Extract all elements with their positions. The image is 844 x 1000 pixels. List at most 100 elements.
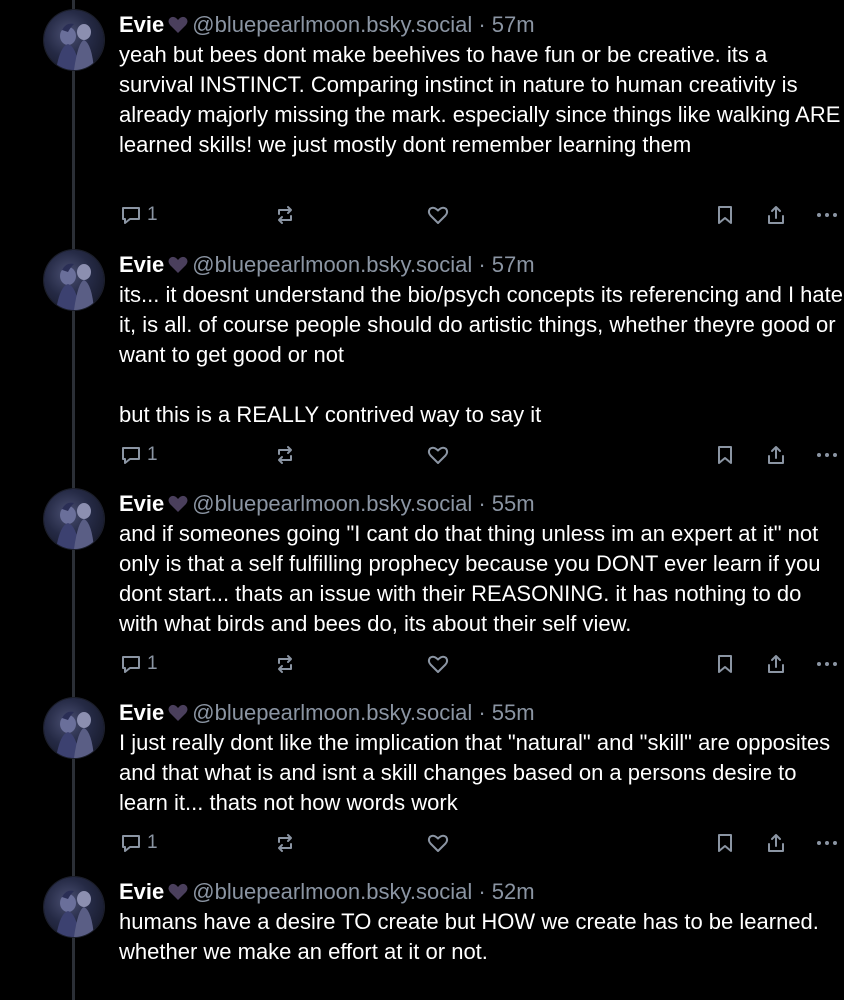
- ellipsis-icon: [817, 662, 837, 666]
- post-header: Evie @bluepearlmoon.bsky.social · 55m: [119, 489, 535, 519]
- reply-button[interactable]: 1: [119, 649, 158, 679]
- share-upload-icon: [768, 446, 784, 464]
- more-options-button[interactable]: [814, 649, 840, 679]
- reply-count: 1: [147, 832, 158, 853]
- avatar[interactable]: [44, 250, 104, 310]
- repost-arrows-icon: [278, 446, 292, 464]
- like-button[interactable]: [426, 828, 450, 858]
- avatar-image: [56, 890, 94, 937]
- purple-heart-icon: [168, 12, 188, 42]
- heart-outline-icon: [427, 206, 449, 224]
- purple-heart-icon: [168, 491, 188, 521]
- repost-arrows-icon: [278, 655, 292, 673]
- speech-bubble-icon: [122, 207, 140, 224]
- avatar-image: [56, 23, 94, 70]
- post-header: Evie @bluepearlmoon.bsky.social · 57m: [119, 250, 535, 280]
- post-text: humans have a desire TO create but HOW w…: [119, 909, 826, 964]
- speech-bubble-icon: [122, 656, 140, 673]
- separator-dot: ·: [472, 879, 492, 904]
- post-time[interactable]: 57m: [492, 12, 535, 37]
- author-name[interactable]: Evie: [119, 700, 164, 725]
- heart-outline-icon: [427, 655, 449, 673]
- reply-count: 1: [147, 444, 158, 465]
- ellipsis-icon: [817, 841, 837, 845]
- reply-button[interactable]: 1: [119, 200, 158, 230]
- avatar-image: [56, 502, 94, 549]
- like-button[interactable]: [426, 440, 450, 470]
- share-button[interactable]: [764, 200, 788, 230]
- bookmark-icon: [718, 834, 732, 852]
- separator-dot: ·: [472, 252, 492, 277]
- repost-button[interactable]: [273, 649, 297, 679]
- speech-bubble-icon: [122, 447, 140, 464]
- ellipsis-icon: [817, 453, 837, 457]
- heart-outline-icon: [427, 446, 449, 464]
- avatar[interactable]: [44, 489, 104, 549]
- avatar-image: [56, 263, 94, 310]
- author-handle[interactable]: @bluepearlmoon.bsky.social: [192, 252, 472, 277]
- purple-heart-icon: [168, 252, 188, 282]
- post-actions: 1: [0, 828, 844, 858]
- post-time[interactable]: 57m: [492, 252, 535, 277]
- reply-button[interactable]: 1: [119, 440, 158, 470]
- like-button[interactable]: [426, 200, 450, 230]
- author-handle[interactable]: @bluepearlmoon.bsky.social: [192, 491, 472, 516]
- bookmark-button[interactable]: [713, 649, 737, 679]
- purple-heart-icon: [168, 700, 188, 730]
- reply-button[interactable]: 1: [119, 828, 158, 858]
- post-actions: 1: [0, 440, 844, 470]
- share-upload-icon: [768, 206, 784, 224]
- more-options-button[interactable]: [814, 440, 840, 470]
- post-time[interactable]: 55m: [492, 700, 535, 725]
- post-text: and if someones going "I cant do that th…: [119, 521, 827, 636]
- separator-dot: ·: [472, 491, 492, 516]
- heart-outline-icon: [427, 834, 449, 852]
- separator-dot: ·: [472, 700, 492, 725]
- bookmark-button[interactable]: [713, 828, 737, 858]
- avatar[interactable]: [44, 877, 104, 937]
- repost-arrows-icon: [278, 206, 292, 224]
- post-time[interactable]: 55m: [492, 491, 535, 516]
- separator-dot: ·: [472, 12, 492, 37]
- reply-count: 1: [147, 653, 158, 674]
- speech-bubble-icon: [122, 835, 140, 852]
- post-actions: 1: [0, 649, 844, 679]
- post-text: yeah but bees dont make beehives to have…: [119, 42, 841, 157]
- avatar[interactable]: [44, 10, 104, 70]
- repost-button[interactable]: [273, 440, 297, 470]
- bookmark-icon: [718, 446, 732, 464]
- post-header: Evie @bluepearlmoon.bsky.social · 55m: [119, 698, 535, 728]
- share-upload-icon: [768, 655, 784, 673]
- post-time[interactable]: 52m: [492, 879, 535, 904]
- ellipsis-icon: [817, 213, 837, 217]
- repost-button[interactable]: [273, 828, 297, 858]
- author-name[interactable]: Evie: [119, 252, 164, 277]
- post-header: Evie @bluepearlmoon.bsky.social · 57m: [119, 10, 535, 40]
- avatar[interactable]: [44, 698, 104, 758]
- bookmark-button[interactable]: [713, 440, 737, 470]
- author-handle[interactable]: @bluepearlmoon.bsky.social: [192, 700, 472, 725]
- more-options-button[interactable]: [814, 828, 840, 858]
- bookmark-icon: [718, 655, 732, 673]
- share-button[interactable]: [764, 828, 788, 858]
- avatar-image: [56, 711, 94, 758]
- reply-count: 1: [147, 204, 158, 225]
- share-upload-icon: [768, 834, 784, 852]
- author-name[interactable]: Evie: [119, 879, 164, 904]
- bookmark-button[interactable]: [713, 200, 737, 230]
- more-options-button[interactable]: [814, 200, 840, 230]
- share-button[interactable]: [764, 440, 788, 470]
- post-header: Evie @bluepearlmoon.bsky.social · 52m: [119, 877, 535, 907]
- author-handle[interactable]: @bluepearlmoon.bsky.social: [192, 879, 472, 904]
- post-text: its... it doesnt understand the bio/psyc…: [119, 282, 843, 427]
- share-button[interactable]: [764, 649, 788, 679]
- repost-arrows-icon: [278, 834, 292, 852]
- post-actions: 1: [0, 200, 844, 230]
- repost-button[interactable]: [273, 200, 297, 230]
- post-text: I just really dont like the implication …: [119, 730, 837, 815]
- bookmark-icon: [718, 206, 732, 224]
- author-name[interactable]: Evie: [119, 12, 164, 37]
- author-name[interactable]: Evie: [119, 491, 164, 516]
- like-button[interactable]: [426, 649, 450, 679]
- author-handle[interactable]: @bluepearlmoon.bsky.social: [192, 12, 472, 37]
